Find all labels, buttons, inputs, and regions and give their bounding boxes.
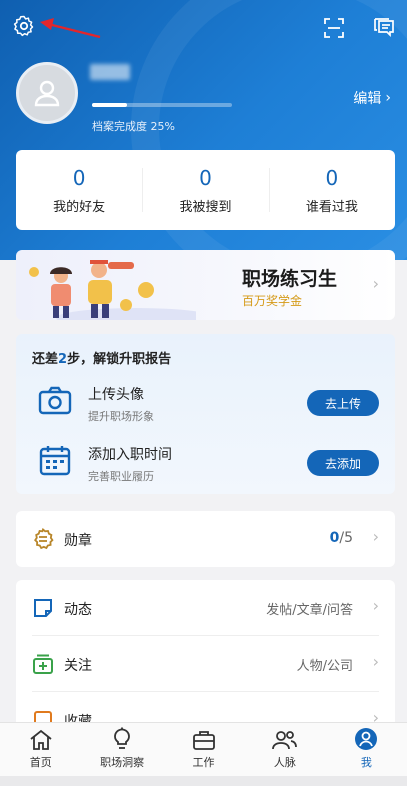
calendar-icon [39,446,71,476]
banner-subtitle: 百万奖学金 [242,294,303,308]
medal-total: /5 [339,530,353,546]
edit-label: 编辑 [353,91,382,107]
tab-label: 我 [360,756,372,769]
stat-friends[interactable]: 0 我的好友 [16,150,142,230]
stats-card: 0 我的好友 0 我被搜到 0 谁看过我 [16,150,395,230]
list-item-value: 发帖/文章/问答 [266,603,353,618]
tab-jobs[interactable]: 工作 [163,723,244,776]
username-redacted [90,64,130,80]
profile-progress-bar [92,103,232,107]
tab-insights[interactable]: 职场洞察 [81,723,162,776]
tab-label: 工作 [192,756,215,769]
stat-value: 0 [72,165,86,190]
chevron-right-icon: › [372,274,379,293]
lightbulb-icon [114,727,131,749]
medal-label: 勋章 [64,533,92,549]
profile-completion-label: 档案完成度 25% [92,120,175,133]
unlock-title-prefix: 还差 [32,352,59,367]
tab-label: 首页 [29,756,52,769]
trainee-banner[interactable]: 职场练习生 百万奖学金 › [16,250,395,320]
tab-home[interactable]: 首页 [0,723,81,776]
system-nav-strip [0,776,407,786]
note-icon [34,599,52,617]
tab-label: 职场洞察 [100,756,145,769]
gear-icon [13,15,34,37]
chevron-right-icon: › [372,596,379,615]
home-icon [30,729,52,750]
avatar[interactable] [16,62,78,124]
list-item-value: 人物/公司 [296,659,353,674]
edit-profile-button[interactable]: 编辑 › [353,88,391,108]
medal-earned: 0 [329,530,340,546]
banner-title: 职场练习生 [242,268,338,290]
profile-icon [355,728,378,750]
annotation-arrow-icon [40,18,101,39]
default-user-icon [34,80,60,107]
tab-contacts[interactable]: 人脉 [244,723,325,776]
list-item-label: 动态 [64,602,92,618]
tab-label: 人脉 [273,756,296,769]
message-button[interactable] [370,14,398,42]
scan-icon [324,18,344,38]
list-item-posts[interactable]: 动态 发帖/文章/问答 › [16,580,395,636]
unlock-report-card: 还差2步，解锁升职报告 上传头像 提升职场形象 去上传 添加入职时间 完善职业履… [16,334,395,494]
chevron-right-icon: › [385,90,391,106]
unlock-title-count: 2 [58,352,68,367]
list-item-follows[interactable]: 关注 人物/公司 › [16,636,395,692]
task-title: 添加入职时间 [88,447,172,463]
scan-button[interactable] [320,14,348,42]
banner-illustration [29,260,196,320]
medal-icon [34,528,54,550]
settings-button[interactable] [10,12,38,40]
contacts-icon [272,731,297,750]
profile-progress-fill [92,103,127,107]
upload-avatar-button[interactable]: 去上传 [307,390,379,416]
briefcase-icon [192,731,215,750]
unlock-title-suffix: 步，解锁升职报告 [67,352,172,367]
top-bar [0,0,407,56]
stat-viewers[interactable]: 0 谁看过我 [268,150,395,230]
stat-value: 0 [325,165,339,190]
task-subtitle: 完善职业履历 [88,470,154,483]
list-item-label: 关注 [64,658,92,674]
stat-value: 0 [199,165,212,190]
task-title: 上传头像 [88,387,144,403]
stat-label: 我的好友 [53,199,106,215]
add-hire-date-button[interactable]: 去添加 [307,450,379,476]
chevron-right-icon: › [372,652,379,671]
medal-count: 0/5 [330,530,353,546]
stat-label: 我被搜到 [179,199,232,215]
stat-label: 谁看过我 [305,199,358,215]
chevron-right-icon: › [372,527,379,546]
stat-searched[interactable]: 0 我被搜到 [142,150,268,230]
follow-icon [33,654,53,674]
camera-icon [38,386,72,415]
tab-me[interactable]: 我 [326,723,407,776]
unlock-title: 还差2步，解锁升职报告 [32,348,171,367]
medal-row[interactable]: 勋章 0/5 › [16,511,395,567]
task-subtitle: 提升职场形象 [88,410,154,423]
chat-icon [374,18,394,38]
bottom-tab-bar: 首页 职场洞察 工作 人脉 我 [0,722,407,776]
activity-list: 动态 发帖/文章/问答 › 关注 人物/公司 › 收藏 › [16,580,395,740]
